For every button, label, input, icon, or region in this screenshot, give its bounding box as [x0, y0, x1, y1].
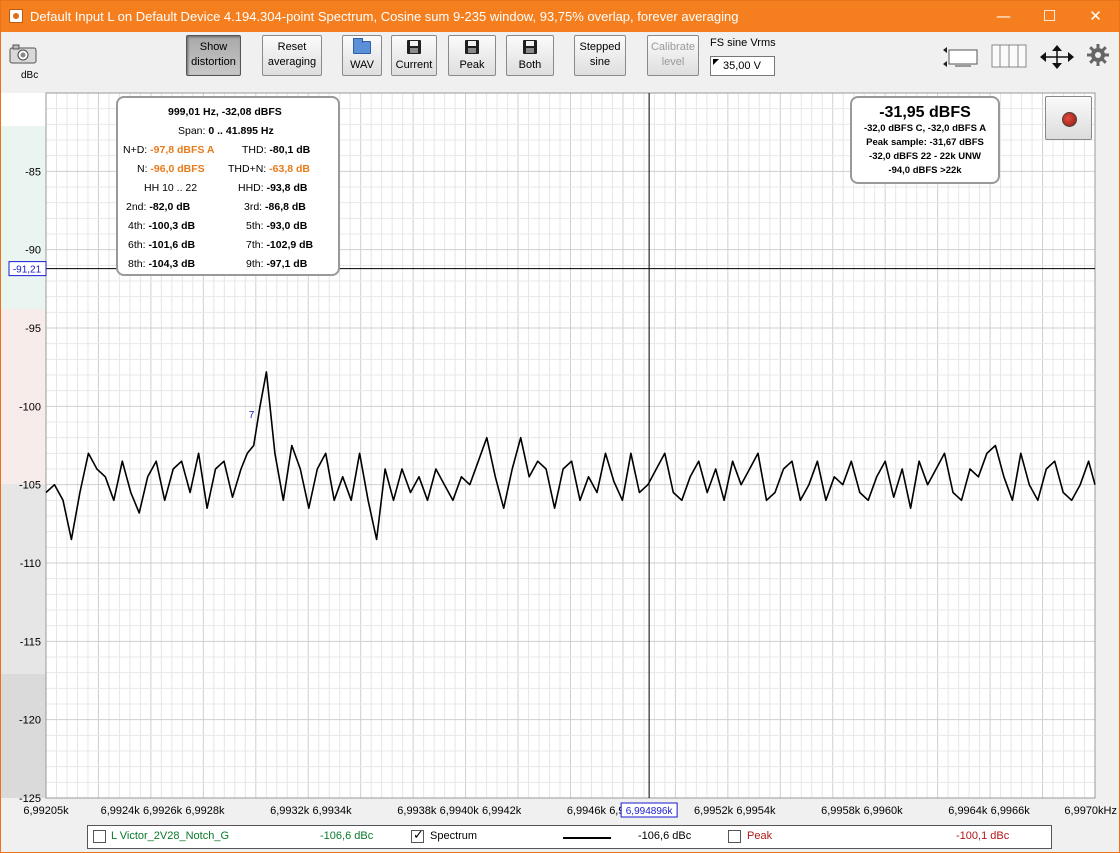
legend-checkbox-victor[interactable] — [93, 830, 106, 843]
cursor-x-readout: 6,994896k — [626, 806, 674, 817]
legend-checkbox-peak[interactable] — [728, 830, 741, 843]
spectrum-chart-area[interactable]: -85 -90 -95 -100 -105 -110 -115 -120 -125 6,9920… — [1, 84, 1119, 853]
x-tick-label: 6,9924k — [101, 805, 141, 817]
h7-readout: 7th: -102,9 dB — [246, 239, 314, 251]
save-peak-button[interactable]: Peak — [448, 35, 496, 76]
fundamental-readout: 999,01 Hz, -32,08 dBFS — [168, 106, 282, 118]
harmonic-marker-label: 7 — [249, 410, 255, 421]
stepped-sine-button[interactable]: Stepped sine — [574, 35, 626, 76]
x-tick-label: 6,9954k — [736, 805, 776, 817]
zoom-fit-icon[interactable] — [941, 44, 981, 70]
h9-readout: 9th: -97,1 dB — [246, 258, 308, 270]
gear-icon[interactable] — [1086, 43, 1110, 67]
app-window: Default Input L on Default Device 4.194.… — [0, 0, 1120, 853]
h4-readout: 4th: -100,3 dB — [128, 220, 196, 232]
h5-readout: 5th: -93,0 dB — [246, 220, 308, 232]
noise-readout: N: -96,0 dBFS — [137, 163, 205, 175]
level-panel: -31,95 dBFS -32,0 dBFS C, -32,0 dBFS A P… — [850, 96, 1000, 184]
x-tick-label: 6,9966k — [991, 805, 1031, 817]
x-tick-label: 6,9970kHz — [1064, 805, 1117, 817]
legend-value-victor: -106,6 dBc — [320, 830, 374, 842]
record-button[interactable] — [1045, 96, 1092, 140]
y-band — [1, 674, 46, 798]
nd-readout: N+D: -97,8 dBFS A — [123, 144, 215, 156]
folder-icon — [353, 38, 371, 54]
floppy-icon — [465, 40, 479, 54]
camera-icon[interactable] — [8, 44, 38, 64]
maximize-button[interactable]: ☐ — [1027, 1, 1072, 32]
legend-checkbox-spectrum[interactable] — [411, 828, 424, 843]
java-app-icon — [9, 9, 23, 23]
fs-sine-input[interactable]: 35,00 V — [710, 56, 775, 76]
minimize-button[interactable]: — — [981, 1, 1026, 32]
thdn-readout: THD+N: -63,8 dB — [228, 163, 310, 175]
show-distortion-button[interactable]: Show distortion — [186, 35, 241, 76]
arrows-icon[interactable] — [1039, 44, 1075, 70]
h3-readout: 3rd: -86,8 dB — [244, 201, 306, 213]
x-tick-label: 6,9960k — [864, 805, 904, 817]
y-band — [1, 126, 46, 309]
legend-name-spectrum: Spectrum — [430, 830, 478, 842]
reset-averaging-button[interactable]: Reset averaging — [262, 35, 322, 76]
level-above-22k: -94,0 dBFS >22k — [888, 165, 962, 176]
x-tick-label: 6,9942k — [482, 805, 522, 817]
y-tick-label: -125 — [19, 793, 41, 805]
thd-readout: THD: -80,1 dB — [242, 144, 311, 156]
legend-line-spectrum — [563, 837, 611, 839]
legend-name-peak: Peak — [747, 830, 773, 842]
y-tick-label: -110 — [20, 558, 41, 570]
columns-icon[interactable] — [991, 44, 1027, 70]
y-band — [1, 93, 46, 126]
save-current-button[interactable]: Current — [391, 35, 437, 76]
level-peak-sample: Peak sample: -31,67 dBFS — [866, 137, 984, 148]
level-unweighted: -32,0 dBFS 22 - 22k UNW — [869, 151, 981, 162]
level-weighted: -32,0 dBFS C, -32,0 dBFS A — [863, 123, 987, 134]
legend-bar: L Victor_2V28_Notch_G -106,6 dBc Spectru… — [87, 825, 1052, 849]
y-tick-label: -100 — [19, 401, 41, 413]
legend-value-peak: -100,1 dBc — [956, 830, 1010, 842]
cursor-y-readout: -91,21 — [13, 265, 42, 276]
floppy-icon — [407, 40, 421, 54]
y-band — [1, 309, 46, 484]
y-tick-label: -120 — [19, 715, 41, 727]
save-both-button[interactable]: Both — [506, 35, 554, 76]
hhd-readout: HHD: -93,8 dB — [238, 182, 308, 194]
y-tick-label: -85 — [25, 166, 41, 178]
x-tick-label: 6,9952k — [694, 805, 734, 817]
x-tick-label: 6,9958k — [821, 805, 861, 817]
y-tick-label: -115 — [20, 636, 41, 648]
x-tick-label: 6,9932k — [270, 805, 310, 817]
window-title: Default Input L on Default Device 4.194.… — [30, 9, 739, 24]
level-main: -31,95 dBFS — [879, 104, 971, 121]
y-tick-label: -90 — [25, 245, 41, 257]
calibrate-level-button[interactable]: Calibrate level — [647, 35, 699, 76]
x-tick-label: 6,9926k — [143, 805, 183, 817]
span-readout: Span: 0 .. 41.895 Hz — [178, 125, 274, 137]
x-tick-label: 6,9946k — [567, 805, 607, 817]
x-tick-label: 6,9940k — [440, 805, 480, 817]
toolbar: dBc Show distortion Reset averaging WAV … — [1, 32, 1119, 84]
h2-readout: 2nd: -82,0 dB — [126, 201, 191, 213]
x-tick-label: 6,9938k — [397, 805, 437, 817]
close-button[interactable]: ✕ — [1073, 1, 1118, 32]
x-tick-label: 6,9934k — [313, 805, 353, 817]
h6-readout: 6th: -101,6 dB — [128, 239, 196, 251]
legend-value-spectrum: -106,6 dBc — [638, 830, 692, 842]
title-bar[interactable]: Default Input L on Default Device 4.194.… — [1, 1, 1119, 32]
x-tick-label: 6,9928k — [185, 805, 225, 817]
y-unit-label: dBc — [21, 70, 39, 81]
y-tick-label: -105 — [19, 480, 41, 492]
fs-sine-label: FS sine Vrms — [710, 37, 776, 49]
floppy-icon — [523, 40, 537, 54]
hh-range: HH 10 .. 22 — [144, 182, 198, 194]
h8-readout: 8th: -104,3 dB — [128, 258, 196, 270]
distortion-panel: 999,01 Hz, -32,08 dBFS Span: 0 .. 41.895… — [116, 96, 340, 276]
legend-name-victor: L Victor_2V28_Notch_G — [111, 830, 230, 842]
x-tick-label: 6,9964k — [948, 805, 988, 817]
wav-button[interactable]: WAV — [342, 35, 382, 76]
y-tick-label: -95 — [25, 323, 41, 335]
x-tick-label: 6,99205k — [23, 805, 69, 817]
